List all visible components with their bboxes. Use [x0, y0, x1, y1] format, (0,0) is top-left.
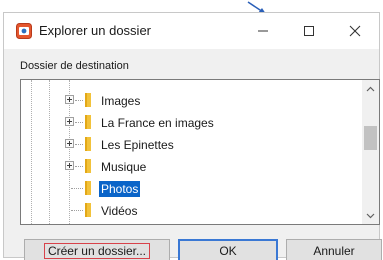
expand-icon[interactable] — [65, 161, 74, 170]
app-icon — [16, 23, 32, 39]
folder-tree[interactable]: Images La France en images Les Epinettes… — [20, 79, 380, 225]
new-folder-button[interactable]: Créer un dossier... — [24, 239, 170, 260]
scroll-down-button[interactable] — [362, 207, 379, 224]
cancel-button[interactable]: Annuler — [286, 239, 382, 260]
scroll-up-button[interactable] — [362, 80, 379, 97]
browse-folder-dialog: Explorer un dossier Dossier de destinati… — [3, 12, 382, 260]
folder-icon — [85, 115, 91, 129]
close-icon — [349, 25, 361, 37]
tree-item-label: Images — [101, 94, 141, 108]
close-button[interactable] — [332, 13, 378, 49]
expand-icon[interactable] — [65, 95, 74, 104]
ok-button[interactable]: OK — [178, 239, 278, 260]
expand-icon[interactable] — [65, 139, 74, 148]
expand-icon[interactable] — [65, 117, 74, 126]
tree-item-label: Photos — [99, 181, 141, 197]
tree-item-selected[interactable]: Photos — [21, 178, 361, 200]
new-folder-button-label: Créer un dossier... — [43, 243, 151, 259]
tree-item[interactable]: Vidéos — [21, 200, 361, 222]
chevron-up-icon — [366, 86, 375, 91]
scrollbar-thumb[interactable] — [364, 126, 377, 150]
folder-icon — [85, 159, 91, 173]
window-title: Explorer un dossier — [39, 23, 151, 38]
vertical-scrollbar[interactable] — [362, 80, 379, 224]
minimize-icon — [258, 30, 268, 32]
tree-item[interactable]: Musique — [21, 156, 361, 178]
minimize-button[interactable] — [240, 13, 286, 49]
maximize-icon — [304, 26, 314, 36]
chevron-down-icon — [366, 213, 375, 218]
tree-item[interactable]: La France en images — [21, 112, 361, 134]
tree-item-label: Vidéos — [101, 204, 138, 218]
maximize-button[interactable] — [286, 13, 332, 49]
tree-item-label: La France en images — [101, 116, 214, 130]
folder-icon — [85, 181, 91, 195]
tree-item-label: Musique — [101, 160, 147, 174]
title-bar[interactable]: Explorer un dossier — [4, 13, 379, 49]
folder-icon — [85, 137, 91, 151]
tree-item-label: Les Epinettes — [101, 138, 174, 152]
tree-item[interactable]: Les Epinettes — [21, 134, 361, 156]
folder-icon — [85, 203, 91, 217]
tree-item[interactable]: Images — [21, 90, 361, 112]
folder-icon — [85, 93, 91, 107]
destination-folder-label: Dossier de destination — [20, 60, 129, 72]
screen: Explorer un dossier Dossier de destinati… — [0, 0, 383, 260]
